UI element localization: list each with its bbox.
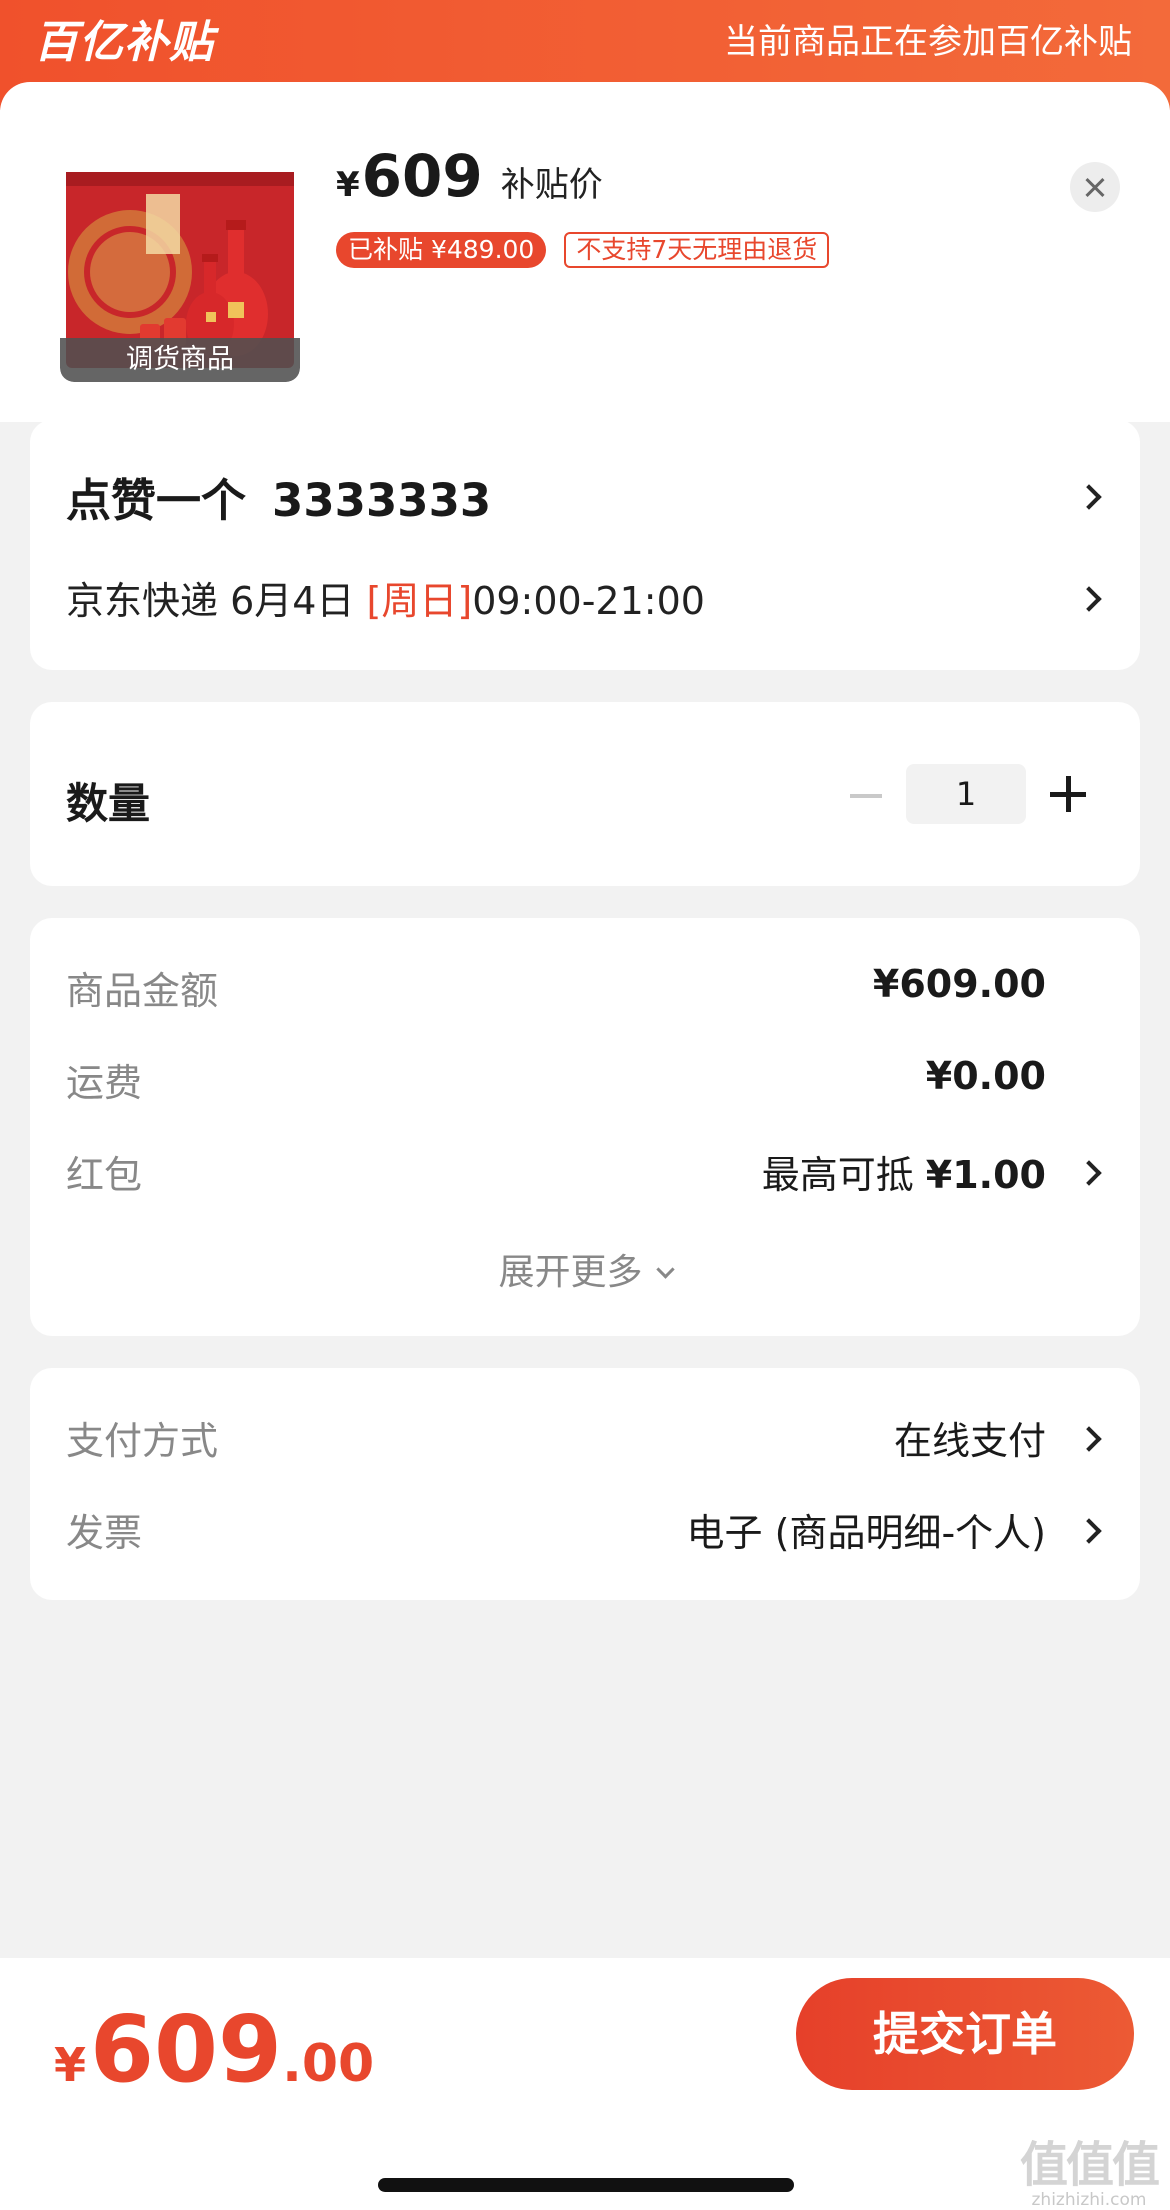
subsidy-amount-badge: 已补贴 ¥489.00 [336,232,547,268]
shipping-label: 运费 [66,1061,143,1105]
payment-chevron-icon[interactable] [1076,1426,1102,1452]
invoice-value[interactable]: 电子 (商品明细-个人) [687,1502,1046,1557]
quantity-input[interactable]: 1 [906,764,1026,824]
transfer-goods-label: 调货商品 [60,338,300,382]
red-packet-amount: ¥1.00 [925,1153,1046,1197]
subsidy-logo: 百亿补贴 [34,17,214,68]
close-button[interactable] [1070,162,1120,212]
chevron-down-icon [655,1260,675,1279]
shipping-value: ¥0.00 [925,1054,1046,1098]
delivery-chevron-icon[interactable] [1076,586,1102,612]
watermark-url: zhizhizhi.com [1031,2190,1147,2210]
price-tag-label: 补贴价 [500,165,603,205]
delivery-time: 京东快递 6月4日 [周日]09:00-21:00 [66,570,705,625]
order-total: ¥ 609 .00 [54,1996,374,2103]
product-header: 调货商品 ¥ 609 补贴价 已补贴 ¥489.00 不支持7天无理由退货 [0,82,1170,422]
delivery-window: 09:00-21:00 [472,579,705,623]
invoice-chevron-icon[interactable] [1076,1518,1102,1544]
home-indicator[interactable] [378,2178,794,2192]
product-price: ¥ 609 补贴价 [336,142,603,212]
payment-method-label: 支付方式 [66,1419,219,1463]
quantity-label: 数量 [66,779,151,828]
no-return-badge: 不支持7天无理由退货 [564,232,830,268]
watermark-logo: 值值值 [1019,2137,1160,2193]
delivery-date: 京东快递 6月4日 [66,579,355,623]
quantity-decrease-button[interactable] [850,794,882,798]
checkout-bar: ¥ 609 .00 提交订单 值值值 zhizhizhi.com [0,1958,1170,2210]
total-integer: 609 [90,1996,283,2103]
subsidy-note: 当前商品正在参加百亿补贴 [724,22,1132,62]
product-thumbnail[interactable]: 调货商品 [60,142,300,382]
red-packet-chevron-icon[interactable] [1076,1160,1102,1186]
goods-amount-value: ¥609.00 [872,962,1046,1006]
goods-amount-label: 商品金额 [66,969,219,1013]
expand-more-label: 展开更多 [498,1252,643,1293]
red-packet-label: 红包 [66,1153,143,1197]
total-currency: ¥ [54,2038,87,2092]
site-watermark: 值值值 zhizhizhi.com [1019,2137,1160,2210]
price-currency: ¥ [336,165,360,205]
quantity-card: 数量 1 [30,702,1140,886]
address-chevron-icon[interactable] [1076,484,1102,510]
payment-card: 支付方式 在线支付 发票 电子 (商品明细-个人) [30,1368,1140,1600]
red-packet-prefix: 最高可抵 [761,1153,926,1197]
address-card[interactable]: 点赞一个 3333333 京东快递 6月4日 [周日]09:00-21:00 [30,420,1140,670]
delivery-weekday: [周日] [366,579,473,623]
submit-order-button[interactable]: 提交订单 [796,1978,1134,2090]
expand-more-button[interactable]: 展开更多 [30,1243,1140,1295]
red-packet-value[interactable]: 最高可抵 ¥1.00 [762,1144,1046,1199]
recipient-name: 点赞一个 [66,474,247,527]
price-value: 609 [361,142,483,210]
product-tags: 已补贴 ¥489.00 不支持7天无理由退货 [336,232,830,268]
payment-method-value[interactable]: 在线支付 [894,1410,1046,1465]
invoice-label: 发票 [66,1511,143,1555]
cost-card: 商品金额 ¥609.00 运费 ¥0.00 红包 最高可抵 ¥1.00 展开更多 [30,918,1140,1336]
recipient-phone: 3333333 [272,474,492,527]
recipient-info: 点赞一个 3333333 [66,464,491,529]
quantity-increase-button[interactable] [1050,776,1086,812]
total-decimal: .00 [282,2034,375,2094]
